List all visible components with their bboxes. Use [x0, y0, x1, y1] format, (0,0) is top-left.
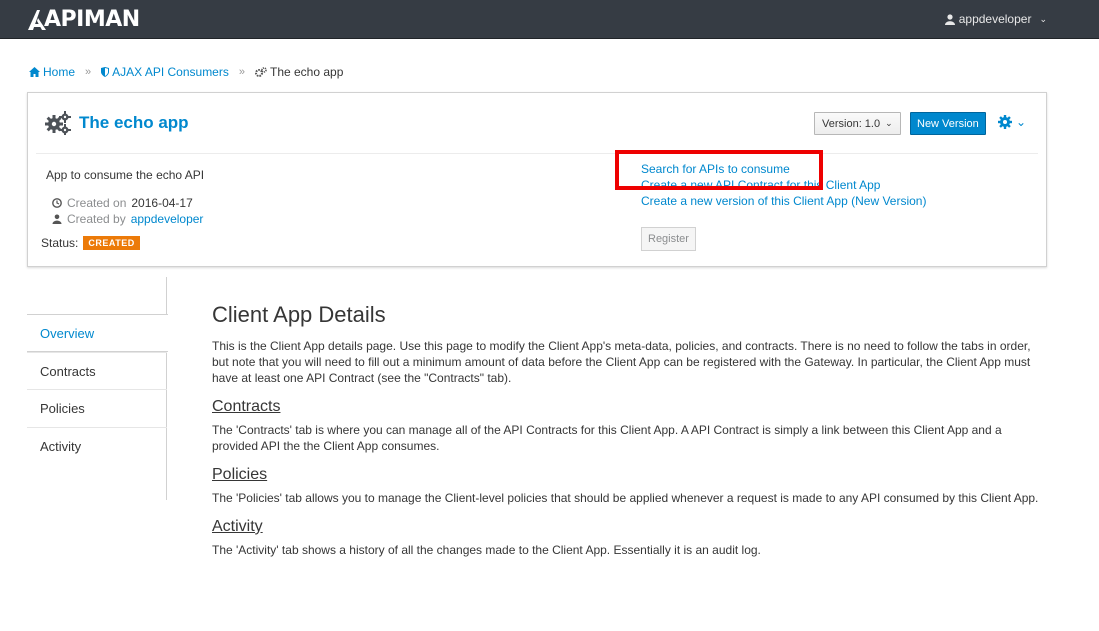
section-text-activity: The 'Activity' tab shows a history of al…: [212, 543, 761, 557]
section-heading-contracts: Contracts: [212, 398, 281, 415]
settings-dropdown[interactable]: ⌄: [998, 115, 1026, 129]
breadcrumb-organization[interactable]: AJAX API Consumers: [101, 65, 229, 79]
chevron-down-icon: ⌄: [1016, 115, 1027, 129]
breadcrumb-current: The echo app: [254, 65, 343, 79]
section-heading-activity: Activity: [212, 518, 263, 535]
app-name: The echo app: [79, 113, 189, 132]
search-apis-link[interactable]: Search for APIs to consume: [641, 161, 926, 177]
gear-icon: [998, 115, 1012, 129]
details-content: Client App Details This is the Client Ap…: [212, 302, 1042, 558]
tab-policies[interactable]: Policies: [27, 389, 167, 427]
section-text-contracts: The 'Contracts' tab is where you can man…: [212, 423, 1002, 453]
app-description: App to consume the echo API: [46, 168, 205, 182]
card-header: The echo app Version: 1.0 ⌄ New Version …: [28, 93, 1046, 153]
section-text-policies: The 'Policies' tab allows you to manage …: [212, 491, 1039, 505]
logo-text: APIMAN: [44, 7, 140, 32]
version-dropdown[interactable]: Version: 1.0 ⌄: [814, 112, 901, 135]
breadcrumb-separator: »: [238, 66, 245, 78]
user-icon: [944, 13, 955, 25]
create-contract-link[interactable]: Create a new API Contract for this Clien…: [641, 177, 926, 193]
status-badge: CREATED: [83, 236, 140, 250]
new-version-button[interactable]: New Version: [910, 112, 986, 135]
client-app-card: The echo app Version: 1.0 ⌄ New Version …: [27, 92, 1047, 267]
app-title: The echo app: [45, 111, 189, 135]
divider: [36, 153, 1038, 154]
user-icon: [52, 214, 62, 224]
actions-list: Search for APIs to consume Create a new …: [641, 161, 926, 209]
new-version-link[interactable]: Create a new version of this Client App …: [641, 193, 926, 209]
chevron-down-icon: ⌄: [1039, 13, 1047, 24]
gears-icon: [45, 111, 71, 135]
tab-contracts[interactable]: Contracts: [27, 352, 167, 390]
status-row: Status: CREATED: [41, 236, 140, 250]
clock-icon: [52, 198, 62, 208]
user-menu[interactable]: appdeveloper ⌄: [944, 12, 1047, 26]
home-icon: [29, 67, 40, 77]
breadcrumb-separator: »: [85, 66, 92, 78]
username: appdeveloper: [958, 12, 1032, 26]
top-navbar: APIMAN appdeveloper ⌄: [0, 0, 1099, 39]
created-on: Created on 2016-04-17: [52, 196, 193, 210]
section-heading-policies: Policies: [212, 466, 268, 483]
created-by-link[interactable]: appdeveloper: [131, 212, 204, 226]
tab-overview[interactable]: Overview: [27, 314, 168, 352]
tab-activity[interactable]: Activity: [27, 427, 167, 465]
register-button[interactable]: Register: [641, 227, 696, 251]
breadcrumb: Home » AJAX API Consumers » The echo app: [29, 65, 343, 79]
created-by: Created by appdeveloper: [52, 212, 203, 226]
page-title: Client App Details: [212, 302, 386, 327]
breadcrumb-home[interactable]: Home: [29, 65, 75, 79]
tab-navigation: Overview Contracts Policies Activity: [27, 277, 168, 500]
intro-text: This is the Client App details page. Use…: [212, 339, 1031, 385]
gears-icon: [254, 66, 267, 77]
chevron-down-icon: ⌄: [885, 118, 893, 128]
apiman-logo[interactable]: APIMAN: [28, 7, 140, 32]
shield-icon: [101, 67, 110, 77]
